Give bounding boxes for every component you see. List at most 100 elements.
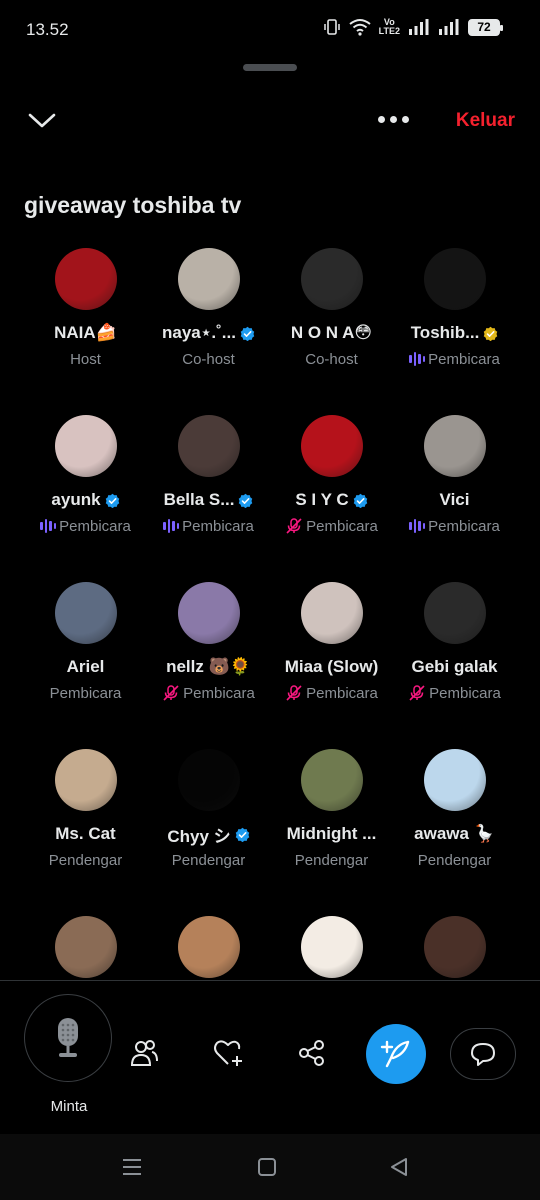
participant-name: N O N A😳	[290, 323, 373, 342]
avatar[interactable]	[54, 916, 117, 978]
feather-plus-icon	[380, 1040, 410, 1068]
mic-muted-icon	[286, 685, 302, 701]
avatar[interactable]	[54, 582, 117, 644]
bottom-bar: Minta	[0, 982, 540, 1132]
avatar[interactable]	[54, 749, 117, 811]
speaking-wave-icon	[409, 352, 426, 366]
participant-role: Pembicara	[393, 683, 516, 703]
mic-muted-icon	[286, 518, 302, 534]
participant-name: Ms. Cat	[55, 824, 116, 843]
participant-role: Pembicara	[49, 684, 122, 702]
back-icon[interactable]	[388, 1156, 410, 1178]
participant-role: Pembicara	[270, 516, 393, 536]
verified-badge-icon	[235, 827, 249, 842]
participant-card[interactable]: ayunk Pembicara	[24, 415, 147, 536]
leave-button[interactable]: Keluar	[456, 110, 515, 132]
divider	[0, 980, 540, 981]
participant-name: Miaa (Slow)	[284, 657, 379, 676]
avatar[interactable]	[300, 916, 363, 978]
participant-card[interactable]: NAIA🍰 Host	[24, 248, 147, 369]
verified-badge-icon	[240, 326, 255, 341]
participant-card[interactable]: N O N A😳 Co-host	[270, 248, 393, 369]
verified-badge-icon	[239, 493, 253, 508]
avatar[interactable]	[54, 415, 117, 477]
participant-name: awawa 🪿	[414, 824, 495, 843]
compose-post-button[interactable]	[366, 1024, 426, 1084]
participant-card[interactable]	[270, 916, 393, 978]
add-favorite-icon[interactable]	[212, 1037, 244, 1069]
avatar[interactable]	[300, 415, 363, 477]
participant-role: Pembicara	[393, 516, 516, 536]
speaking-wave-icon	[409, 519, 426, 533]
participant-card[interactable]: S I Y C Pembicara	[270, 415, 393, 536]
participant-card[interactable]	[147, 916, 270, 978]
chevron-down-icon[interactable]	[26, 108, 58, 132]
participant-card[interactable]: Ms. Cat Pendengar	[24, 749, 147, 870]
participant-name: Gebi galak	[411, 657, 498, 676]
avatar[interactable]	[300, 582, 363, 644]
avatar[interactable]	[177, 749, 240, 811]
participant-role: Pembicara	[147, 683, 270, 703]
wifi-icon	[349, 19, 371, 36]
participant-role: Pendengar	[417, 851, 492, 869]
avatar[interactable]	[423, 916, 486, 978]
mic-muted-icon	[409, 685, 425, 701]
avatar[interactable]	[177, 916, 240, 978]
avatar[interactable]	[423, 749, 486, 811]
avatar[interactable]	[423, 248, 486, 310]
participant-card[interactable]: Toshib... Pembicara	[393, 248, 516, 369]
speaking-wave-icon	[163, 519, 180, 533]
participant-role: Pembicara	[24, 516, 147, 536]
participant-card[interactable]	[393, 916, 516, 978]
vibrate-icon	[323, 19, 340, 35]
participant-name: NAIA🍰	[54, 323, 117, 342]
participant-name: Midnight ...	[286, 824, 377, 843]
participant-name: S I Y C	[270, 489, 393, 511]
sheet-drag-handle[interactable]	[243, 64, 297, 71]
participant-card[interactable]: Vici Pembicara	[393, 415, 516, 536]
status-bar: 13.52 Vo LTE2 72	[0, 0, 540, 60]
avatar[interactable]	[177, 415, 240, 477]
home-icon[interactable]	[256, 1156, 278, 1178]
participant-card[interactable]: Ariel Pembicara	[24, 582, 147, 703]
speaking-wave-icon	[40, 519, 57, 533]
participant-name: Ariel	[66, 657, 105, 676]
participant-role: Host	[70, 350, 101, 368]
participant-card[interactable]: Gebi galak Pembicara	[393, 582, 516, 703]
comments-button[interactable]	[450, 1028, 516, 1080]
more-options-icon[interactable]	[378, 116, 409, 123]
network-type-label: Vo LTE2	[378, 17, 400, 36]
avatar[interactable]	[300, 749, 363, 811]
avatar[interactable]	[177, 248, 240, 310]
signal-icon-2	[439, 19, 459, 35]
avatar[interactable]	[177, 582, 240, 644]
participant-card[interactable]: naya⋆.˚... Co-host	[147, 248, 270, 369]
participant-role: Pembicara	[147, 516, 270, 536]
request-mic-button[interactable]	[24, 994, 112, 1082]
avatar[interactable]	[423, 582, 486, 644]
recents-icon[interactable]	[120, 1156, 144, 1178]
participant-role: Pembicara	[270, 683, 393, 703]
participant-card[interactable]: nellz 🐻🌻 Pembicara	[147, 582, 270, 703]
avatar[interactable]	[300, 248, 363, 310]
participant-role: Co-host	[305, 350, 358, 368]
space-header: Keluar	[0, 100, 540, 144]
participant-card[interactable]: Chyy シ Pendengar	[147, 749, 270, 870]
avatar[interactable]	[423, 415, 486, 477]
participant-card[interactable]: Miaa (Slow) Pembicara	[270, 582, 393, 703]
clock: 13.52	[26, 20, 69, 39]
participant-name: ayunk	[24, 489, 147, 511]
participant-role: Pendengar	[48, 851, 123, 869]
system-nav-bar	[0, 1134, 540, 1200]
participant-card[interactable]: awawa 🪿 Pendengar	[393, 749, 516, 870]
participant-card[interactable]: Bella S... Pembicara	[147, 415, 270, 536]
share-icon[interactable]	[296, 1037, 328, 1069]
chat-bubble-icon	[471, 1043, 495, 1066]
system-icons: Vo LTE2 72	[323, 17, 503, 36]
participant-card[interactable]	[24, 916, 147, 978]
participant-name: Toshib...	[393, 322, 516, 344]
participants-icon[interactable]	[128, 1037, 160, 1069]
participant-card[interactable]: Midnight ... Pendengar	[270, 749, 393, 870]
participant-role: Pembicara	[393, 349, 516, 369]
avatar[interactable]	[54, 248, 117, 310]
